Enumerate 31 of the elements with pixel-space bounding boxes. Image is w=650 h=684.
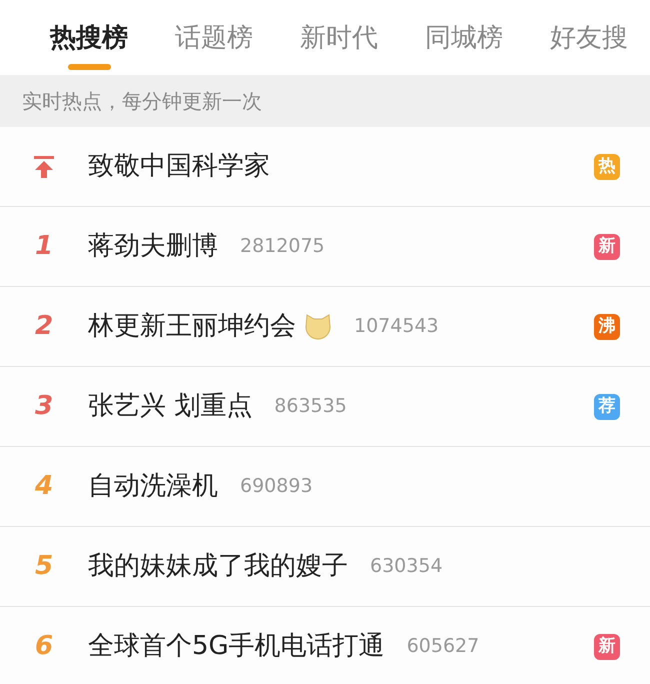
- rank-number: 4: [34, 470, 54, 503]
- rank-number: 5: [34, 550, 54, 583]
- search-count: 863535: [274, 394, 347, 420]
- rank-number: 1: [34, 230, 54, 263]
- tab[interactable]: 热搜榜: [50, 20, 128, 70]
- tab[interactable]: 好友搜: [550, 20, 628, 70]
- search-count: 605627: [406, 634, 480, 660]
- tab[interactable]: 新时代: [300, 20, 378, 70]
- search-count: 690893: [240, 474, 313, 500]
- status-tag: 新: [594, 634, 620, 660]
- topic-title: 张艺兴 划重点: [88, 390, 252, 423]
- status-tag: 新: [594, 234, 620, 260]
- topic-title: 致敬中国科学家: [88, 150, 270, 183]
- topic-title: 自动洗澡机: [88, 470, 218, 503]
- status-tag: 热: [594, 154, 620, 180]
- topic-title: 全球首个5G手机电话打通: [88, 630, 385, 663]
- status-tag: 沸: [594, 314, 620, 340]
- tab[interactable]: 同城榜: [425, 20, 503, 70]
- rank-number: 3: [34, 390, 54, 423]
- tab[interactable]: 话题榜: [175, 20, 253, 70]
- search-count: 2812075: [240, 234, 325, 260]
- pin-to-top-icon: [33, 154, 55, 178]
- topic-title: 林更新王丽坤约会: [88, 310, 296, 343]
- notice-text: 实时热点，每分钟更新一次: [22, 88, 262, 115]
- search-count: 1074543: [354, 314, 439, 340]
- rank-number: 6: [34, 630, 54, 663]
- topic-title: 蒋劲夫删博: [88, 230, 218, 263]
- rank-number: 2: [34, 310, 54, 343]
- search-count: 630354: [370, 554, 443, 580]
- status-tag: 荐: [594, 394, 620, 420]
- topic-title: 我的妹妹成了我的嫂子: [88, 550, 348, 583]
